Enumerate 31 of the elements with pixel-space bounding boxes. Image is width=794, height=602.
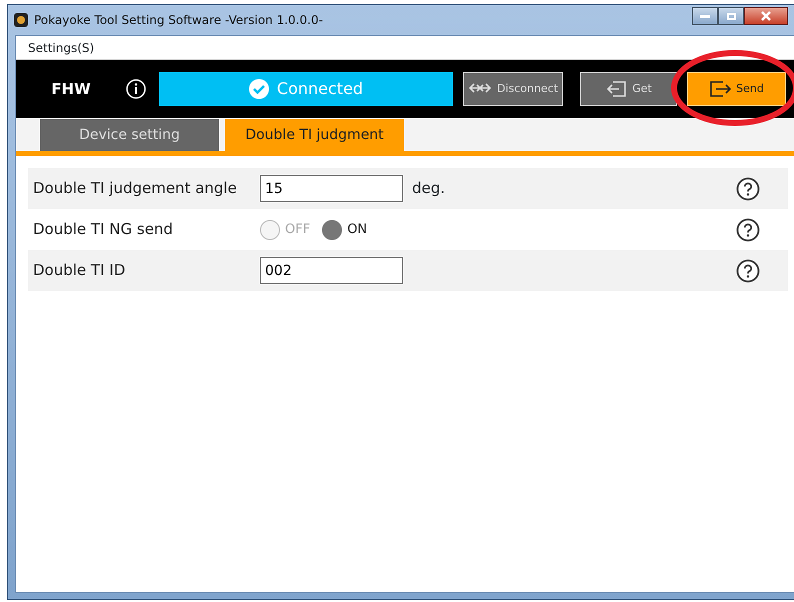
setting-label: Double TI NG send — [33, 219, 174, 240]
input-field[interactable]: 002 — [260, 257, 403, 284]
info-icon[interactable] — [126, 79, 146, 99]
minimize-button[interactable] — [692, 7, 718, 25]
input-field[interactable]: 15 — [260, 175, 403, 202]
close-button[interactable] — [744, 7, 788, 25]
help-icon[interactable] — [736, 218, 760, 242]
radio-label: ON — [347, 220, 368, 239]
get-button[interactable]: Get — [580, 72, 677, 106]
send-button[interactable]: Send — [687, 72, 786, 106]
import-icon — [605, 80, 628, 98]
radio-button[interactable] — [260, 220, 280, 240]
window-title: Pokayoke Tool Setting Software -Version 1.0.0.0- — [34, 12, 323, 29]
connection-status: Connected — [159, 72, 453, 106]
tab[interactable]: Device setting — [40, 119, 219, 151]
setting-label: Double TI judgement angle — [33, 178, 238, 200]
check-icon — [248, 79, 269, 99]
export-icon — [709, 80, 732, 98]
help-icon[interactable] — [736, 176, 760, 200]
setting-label: Double TI ID — [33, 260, 126, 282]
maximize-button[interactable] — [718, 7, 744, 25]
menu-item[interactable]: Settings(S) — [28, 38, 94, 56]
close-icon — [760, 11, 772, 21]
help-icon[interactable] — [736, 258, 760, 282]
app-icon — [14, 13, 28, 27]
radio-label: OFF — [285, 220, 310, 239]
disconnect-button[interactable]: Disconnect — [463, 72, 563, 106]
unit-label: deg. — [412, 178, 446, 200]
device-name: FHW — [50, 78, 92, 100]
tab[interactable]: Double TI judgment — [225, 119, 404, 151]
radio-button[interactable] — [322, 220, 342, 240]
